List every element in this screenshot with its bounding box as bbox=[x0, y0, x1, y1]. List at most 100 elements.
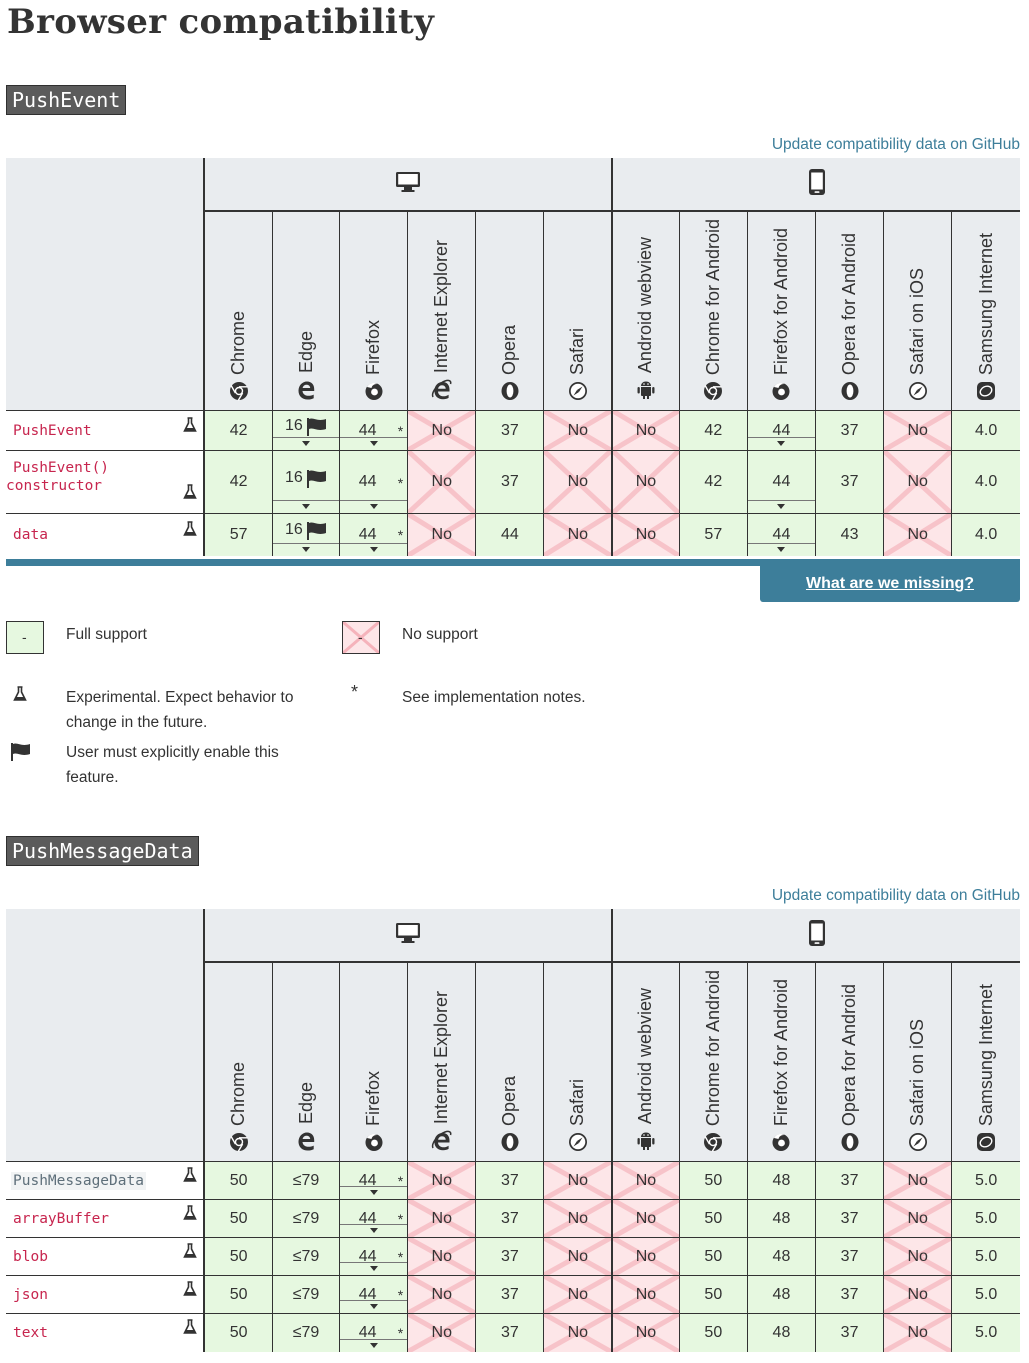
support-cell: No bbox=[407, 450, 477, 514]
legend-experimental-label: Experimental. Expect behavior to change … bbox=[66, 689, 294, 731]
support-cell[interactable]: 44 * bbox=[339, 410, 409, 451]
support-cell: 44 bbox=[475, 513, 545, 556]
support-cell: No bbox=[612, 513, 680, 556]
chevron-down-icon bbox=[369, 441, 378, 446]
support-cell[interactable]: 44 * bbox=[339, 1275, 409, 1314]
feature-name-cell: PushEvent() constructor bbox=[6, 450, 206, 514]
browser-header: Chrome bbox=[204, 962, 273, 1162]
chevron-down-icon bbox=[302, 441, 311, 446]
support-cell: 50 bbox=[204, 1313, 273, 1352]
support-cell: No bbox=[883, 410, 953, 451]
browser-header: Opera bbox=[475, 211, 545, 411]
support-cell: ≤79 bbox=[272, 1313, 341, 1352]
safari-icon bbox=[884, 381, 951, 406]
feature-name[interactable]: blob bbox=[6, 1249, 48, 1265]
support-cell: No bbox=[543, 410, 614, 451]
support-cell: No bbox=[407, 513, 477, 556]
support-cell: No bbox=[883, 1199, 953, 1238]
table-row: blob 50 ≤79 44 * No 37 No No 50 48 37 No 5.0 bbox=[6, 1237, 1020, 1276]
support-cell: 50 bbox=[679, 1199, 748, 1238]
browser-header: Opera for Android bbox=[815, 962, 885, 1162]
github-link[interactable]: Update compatibility data on GitHub bbox=[772, 136, 1020, 154]
support-cell[interactable]: 44 * bbox=[339, 513, 409, 556]
what-are-we-missing-button[interactable]: What are we missing? bbox=[760, 566, 1020, 602]
feature-name-cell: PushMessageData bbox=[6, 1161, 206, 1200]
feature-name[interactable]: PushEvent() constructor bbox=[6, 460, 109, 494]
support-cell: 50 bbox=[204, 1161, 273, 1200]
chevron-down-icon bbox=[302, 546, 311, 552]
table-row: data 57 16 44 * No 44 No No 57 44 43 No 4.0 bbox=[6, 513, 1020, 556]
support-cell: No bbox=[612, 1199, 680, 1238]
support-cell: 37 bbox=[475, 410, 545, 451]
chevron-down-icon bbox=[369, 1190, 378, 1195]
section-title-pushevent[interactable]: PushEvent bbox=[6, 85, 127, 115]
table-row: PushMessageData 50 ≤79 44 * No 37 No No 50 48 37 No 5… bbox=[6, 1161, 1020, 1200]
support-cell[interactable]: 44 * bbox=[339, 1199, 409, 1238]
table-bottom-bar bbox=[6, 559, 1020, 566]
feature-name[interactable]: arrayBuffer bbox=[6, 1211, 109, 1227]
browser-header: Firefox for Android bbox=[747, 211, 817, 411]
ie-icon bbox=[408, 1130, 475, 1157]
chevron-down-icon bbox=[777, 441, 786, 446]
support-cell: No bbox=[612, 1313, 680, 1352]
support-cell: No bbox=[883, 1237, 953, 1276]
support-cell[interactable]: 44 * bbox=[339, 1237, 409, 1276]
feature-name[interactable]: PushEvent bbox=[6, 423, 92, 439]
support-cell: No bbox=[883, 1161, 953, 1200]
support-cell[interactable]: 44 * bbox=[339, 1313, 409, 1352]
chrome-icon bbox=[680, 381, 747, 406]
mobile-icon bbox=[612, 909, 1020, 963]
support-cell: 4.0 bbox=[951, 450, 1020, 514]
support-cell: 4.0 bbox=[951, 410, 1020, 451]
page-title: Browser compatibility bbox=[7, 2, 435, 42]
feature-name-cell: data bbox=[6, 513, 206, 556]
opera-icon bbox=[816, 381, 883, 406]
browser-header: Internet Explorer bbox=[407, 211, 477, 411]
firefox-icon bbox=[748, 381, 815, 406]
table-row: PushEvent 42 16 44 * No 37 No No 42 44 37 No 4.0 bbox=[6, 410, 1020, 451]
support-cell[interactable]: 44 * bbox=[339, 450, 409, 514]
support-cell: 42 bbox=[204, 410, 273, 451]
safari-icon bbox=[544, 381, 611, 406]
support-cell: 50 bbox=[679, 1161, 748, 1200]
feature-name[interactable]: json bbox=[6, 1287, 48, 1303]
support-cell: No bbox=[612, 1237, 680, 1276]
browser-header: Safari bbox=[543, 962, 614, 1162]
support-cell: 57 bbox=[204, 513, 273, 556]
github-link[interactable]: Update compatibility data on GitHub bbox=[772, 887, 1020, 905]
chevron-down-icon bbox=[369, 1304, 378, 1309]
section-title-pushmessagedata[interactable]: PushMessageData bbox=[6, 836, 199, 866]
flask-icon bbox=[13, 686, 27, 707]
feature-name[interactable]: PushMessageData bbox=[11, 1171, 146, 1190]
chevron-down-icon bbox=[777, 504, 786, 509]
support-cell[interactable]: 44 bbox=[747, 450, 817, 514]
android-icon bbox=[613, 1130, 679, 1157]
support-cell: 4.0 bbox=[951, 513, 1020, 556]
support-cell: No bbox=[543, 1237, 614, 1276]
firefox-icon bbox=[340, 1132, 407, 1157]
support-cell: No bbox=[543, 1313, 614, 1352]
feature-name[interactable]: text bbox=[6, 1325, 48, 1341]
support-cell: 50 bbox=[679, 1275, 748, 1314]
support-cell[interactable]: 16 bbox=[272, 450, 341, 514]
support-cell: No bbox=[612, 410, 680, 451]
support-cell[interactable]: 44 bbox=[747, 513, 817, 556]
support-cell: 5.0 bbox=[951, 1199, 1020, 1238]
flask-icon bbox=[183, 1205, 198, 1226]
support-cell[interactable]: 16 bbox=[272, 513, 341, 556]
support-cell[interactable]: 44 bbox=[747, 410, 817, 451]
support-cell: 37 bbox=[475, 1275, 545, 1314]
android-icon bbox=[613, 379, 679, 406]
support-cell: No bbox=[407, 410, 477, 451]
support-cell[interactable]: 44 * bbox=[339, 1161, 409, 1200]
feature-name[interactable]: data bbox=[6, 527, 48, 543]
support-cell: No bbox=[612, 1161, 680, 1200]
support-cell: No bbox=[407, 1161, 477, 1200]
edge-icon bbox=[273, 379, 339, 406]
chevron-down-icon bbox=[369, 1342, 378, 1348]
browser-header: Android webview bbox=[612, 211, 680, 411]
support-cell[interactable]: 16 bbox=[272, 410, 341, 451]
support-cell: ≤79 bbox=[272, 1161, 341, 1200]
support-cell: No bbox=[543, 1199, 614, 1238]
support-cell: 37 bbox=[475, 1199, 545, 1238]
